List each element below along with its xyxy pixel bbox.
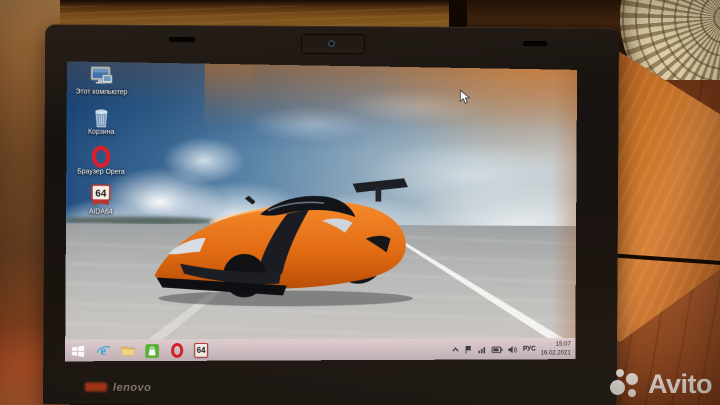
- recycle-bin-icon: [89, 106, 113, 128]
- internet-explorer-button[interactable]: e: [95, 343, 111, 359]
- action-center-flag-icon[interactable]: [465, 345, 474, 355]
- opera-button[interactable]: [169, 343, 185, 359]
- desktop-icon-recycle-bin[interactable]: Корзина: [72, 105, 130, 137]
- avito-watermark-text: Avito: [648, 369, 712, 400]
- table-leg: [449, 0, 467, 30]
- battery-icon[interactable]: [492, 345, 503, 353]
- taskbar-buttons: e 64: [70, 342, 209, 358]
- store-icon: [145, 344, 159, 358]
- lenovo-logo: lenovo: [113, 382, 152, 394]
- network-icon[interactable]: [478, 345, 487, 354]
- avito-watermark: Avito: [609, 367, 712, 401]
- desktop-icon-aida64[interactable]: 64 AIDA64: [72, 183, 130, 216]
- start-button[interactable]: [70, 343, 86, 359]
- desktop-icon-label: AIDA64: [72, 208, 129, 216]
- aida64-icon: 64: [194, 343, 208, 358]
- lid-latch-right: [523, 41, 547, 46]
- volume-icon[interactable]: [508, 344, 518, 354]
- wallpaper-supercar: [150, 160, 423, 311]
- aida64-icon: 64: [89, 184, 113, 208]
- bezel-reflection: [85, 383, 107, 392]
- photo-scene: Этот компьютер Корзина Браузер Opera 64 …: [0, 0, 720, 405]
- desktop-icon-this-pc[interactable]: Этот компьютер: [73, 65, 131, 97]
- avito-logo-icon: [609, 367, 643, 401]
- internet-explorer-icon: e: [95, 343, 110, 358]
- lid-latch-left: [169, 37, 195, 42]
- tray-date: 16.02.2021: [541, 349, 571, 357]
- desktop-icon-opera[interactable]: Браузер Opera: [72, 145, 130, 177]
- laptop-body: Этот компьютер Корзина Браузер Opera 64 …: [43, 24, 619, 405]
- aida64-button[interactable]: 64: [193, 342, 209, 358]
- folder-icon: [120, 343, 135, 358]
- opera-icon: [169, 343, 184, 358]
- taskbar: e 64 РУС 15:07 16.02.2021: [65, 338, 575, 361]
- system-tray: РУС 15:07 16.02.2021: [452, 341, 571, 357]
- taskbar-empty-area[interactable]: [209, 349, 452, 350]
- webcam-module: [301, 34, 365, 54]
- windows-store-button[interactable]: [144, 343, 160, 359]
- opera-icon: [89, 146, 113, 168]
- tray-clock[interactable]: 15:07 16.02.2021: [541, 341, 571, 357]
- webcam-lens-icon: [328, 40, 335, 47]
- this-pc-icon: [90, 66, 114, 88]
- windows-logo-icon: [71, 344, 85, 358]
- hidden-icons-chevron-icon[interactable]: [452, 345, 461, 354]
- svg-text:64: 64: [95, 189, 107, 200]
- laptop-screen: Этот компьютер Корзина Браузер Opera 64 …: [65, 61, 577, 361]
- desktop-icon-label: Браузер Opera: [72, 168, 129, 177]
- desktop-icon-label: Этот компьютер: [73, 88, 130, 97]
- language-indicator[interactable]: РУС: [523, 346, 536, 353]
- tray-time: 15:07: [541, 341, 571, 349]
- desktop-icon-label: Корзина: [72, 128, 129, 137]
- file-explorer-button[interactable]: [120, 343, 136, 359]
- mouse-cursor: [459, 89, 470, 105]
